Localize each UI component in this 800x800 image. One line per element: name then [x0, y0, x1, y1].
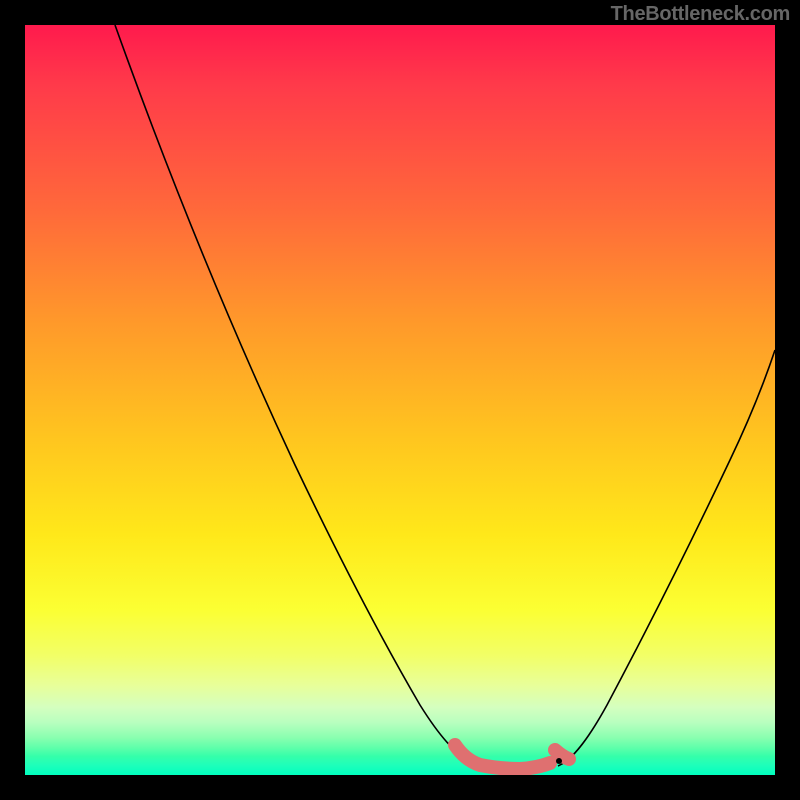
chart-container: TheBottleneck.com: [0, 0, 800, 800]
left-descent-curve: [115, 25, 487, 766]
minimum-band-marker: [455, 745, 569, 769]
attribution-label: TheBottleneck.com: [611, 3, 790, 26]
plot-area: [25, 25, 775, 775]
minimum-point-dot: [556, 758, 562, 764]
curve-overlay: [25, 25, 775, 775]
right-ascent-curve: [558, 350, 775, 766]
